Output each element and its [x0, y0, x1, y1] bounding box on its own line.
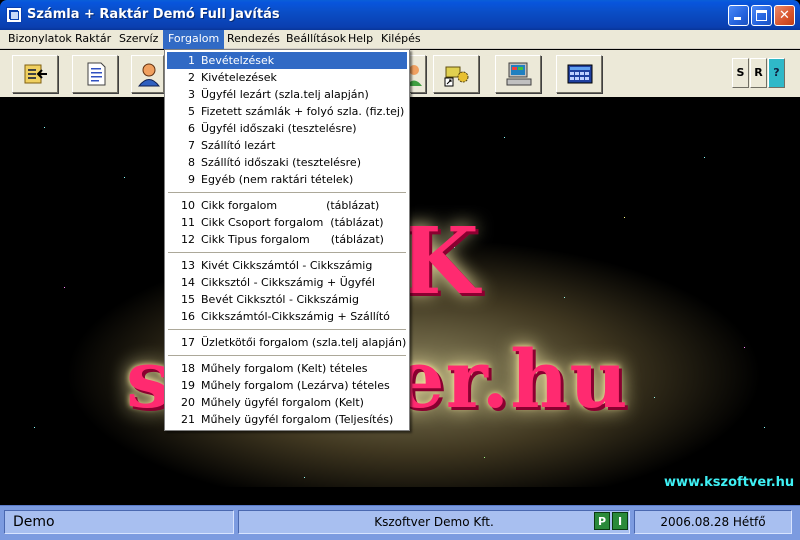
- status-date: 2006.08.28 Hétfő: [634, 510, 792, 534]
- dropdown-separator: [168, 252, 406, 254]
- dropdown-separator: [168, 355, 406, 357]
- star: [44, 127, 45, 128]
- toolbar-calculator-button[interactable]: [556, 55, 602, 93]
- site-url[interactable]: www.kszoftver.hu: [664, 475, 794, 490]
- dropdown-item[interactable]: 18 Műhely forgalom (Kelt) tételes: [167, 360, 407, 377]
- minimize-button[interactable]: [728, 5, 749, 26]
- dropdown-item[interactable]: 15 Bevét Cikksztól - Cikkszámig: [167, 291, 407, 308]
- dropdown-item[interactable]: 12 Cikk Tipus forgalom (táblázat): [167, 231, 407, 248]
- title-bar[interactable]: Számla + Raktár Demó Full Javítás ✕: [0, 0, 800, 30]
- status-user: Demo: [4, 510, 234, 534]
- status-bar: Demo Kszoftver Demo Kft. P I 2006.08.28 …: [0, 505, 800, 540]
- toolbar-settings-button[interactable]: [433, 55, 479, 93]
- star: [124, 177, 125, 178]
- window-title: Számla + Raktár Demó Full Javítás: [27, 7, 280, 22]
- minimize-icon: [734, 17, 741, 20]
- dropdown-separator: [168, 329, 406, 331]
- dropdown-item[interactable]: 6 Ügyfél időszaki (tesztelésre): [167, 120, 407, 137]
- toolbar-contact-button[interactable]: [410, 55, 426, 93]
- maximize-icon: [756, 10, 767, 21]
- status-badge-p[interactable]: P: [594, 512, 610, 530]
- dropdown-item[interactable]: 7 Szállító lezárt: [167, 137, 407, 154]
- toolbar-r-button[interactable]: R: [750, 58, 767, 88]
- toolbar-document-button[interactable]: [72, 55, 118, 93]
- dropdown-item[interactable]: 11 Cikk Csoport forgalom (táblázat): [167, 214, 407, 231]
- dropdown-item[interactable]: 10 Cikk forgalom (táblázat): [167, 197, 407, 214]
- person-icon: [410, 65, 422, 86]
- dropdown-item[interactable]: 21 Műhely ügyfél forgalom (Teljesítés): [167, 411, 407, 428]
- star: [704, 157, 705, 158]
- menu-beallitasok[interactable]: Beállítások: [281, 30, 351, 49]
- star: [764, 427, 765, 428]
- close-button[interactable]: ✕: [774, 5, 795, 26]
- forgalom-dropdown: 1 Bevételzések 2 Kivételezések 3 Ügyfél lez…: [164, 49, 410, 431]
- document-icon: [87, 62, 106, 86]
- toolbar-export-button[interactable]: [12, 55, 58, 93]
- dropdown-item[interactable]: 14 Cikksztól - Cikkszámig + Ügyfél: [167, 274, 407, 291]
- dropdown-item[interactable]: 5 Fizetett számlák + folyó szla. (fiz.tej…: [167, 103, 407, 120]
- menu-kilepes[interactable]: Kilépés: [376, 30, 426, 49]
- dropdown-item[interactable]: 2 Kivételezések: [167, 69, 407, 86]
- dropdown-item[interactable]: 13 Kivét Cikkszámtól - Cikkszámig: [167, 257, 407, 274]
- menu-bizonylatok[interactable]: Bizonylatok: [3, 30, 77, 49]
- menu-szerviz[interactable]: Szervíz: [114, 30, 163, 49]
- status-badge-i[interactable]: I: [612, 512, 628, 530]
- toolbar-s-button[interactable]: S: [732, 58, 749, 88]
- toolbar-computer-button[interactable]: [495, 55, 541, 93]
- dropdown-separator: [168, 192, 406, 194]
- dropdown-item[interactable]: 19 Műhely forgalom (Lezárva) tételes: [167, 377, 407, 394]
- status-company: Kszoftver Demo Kft.: [238, 510, 630, 534]
- menu-rendezes[interactable]: Rendezés: [222, 30, 285, 49]
- keyboard-icon: [567, 64, 593, 84]
- computer-icon: [506, 62, 532, 86]
- app-icon[interactable]: [6, 7, 22, 23]
- dropdown-item[interactable]: 8 Szállító időszaki (tesztelésre): [167, 154, 407, 171]
- logo-k: K: [399, 207, 479, 315]
- close-icon: ✕: [779, 8, 790, 23]
- dropdown-item[interactable]: 17 Üzletkötői forgalom (szla.telj alapján…: [167, 334, 407, 351]
- toolbar-help-button[interactable]: ?: [768, 58, 785, 88]
- folder-export-icon: [24, 64, 47, 84]
- dropdown-item[interactable]: 3 Ügyfél lezárt (szla.telj alapján): [167, 86, 407, 103]
- gear-shortcut-icon: [444, 66, 469, 87]
- dropdown-item[interactable]: 9 Egyéb (nem raktári tételek): [167, 171, 407, 188]
- star: [34, 427, 35, 428]
- toolbar-user-button[interactable]: [131, 55, 164, 93]
- menu-forgalom[interactable]: Forgalom: [163, 30, 225, 49]
- dropdown-item[interactable]: 20 Műhely ügyfél forgalom (Kelt): [167, 394, 407, 411]
- star: [624, 217, 625, 218]
- menu-bar: Bizonylatok Raktár Szervíz Forgalom Rend…: [0, 30, 800, 49]
- maximize-button[interactable]: [751, 5, 772, 26]
- star: [504, 137, 505, 138]
- dropdown-item[interactable]: 16 Cikkszámtól-Cikkszámig + Szállító: [167, 308, 407, 325]
- user-icon: [137, 63, 161, 87]
- menu-raktar[interactable]: Raktár: [70, 30, 116, 49]
- dropdown-item[interactable]: 1 Bevételzések: [167, 52, 407, 69]
- menu-help[interactable]: Help: [343, 30, 378, 49]
